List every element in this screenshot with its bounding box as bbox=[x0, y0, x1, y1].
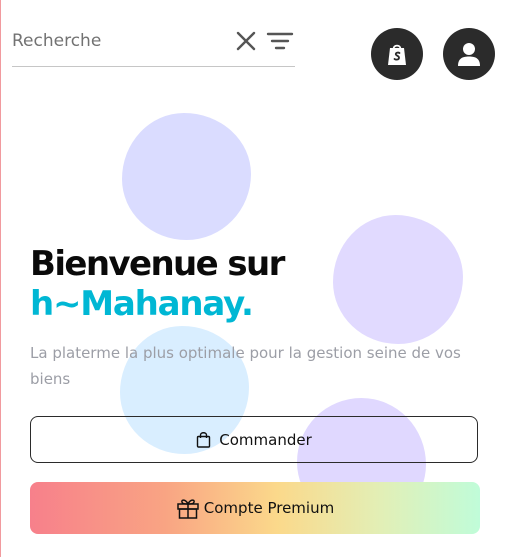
order-button[interactable]: Commander bbox=[30, 416, 478, 463]
user-icon bbox=[456, 41, 482, 67]
brand-name: h~Mahanay. bbox=[30, 284, 254, 324]
order-button-label: Commander bbox=[219, 430, 312, 449]
shopify-bag-icon bbox=[385, 41, 409, 67]
filter-icon[interactable] bbox=[266, 29, 294, 53]
decorative-blob bbox=[122, 113, 251, 240]
welcome-subtitle: La platerme la plus optimale pour la ges… bbox=[30, 344, 461, 388]
shopping-bag-icon bbox=[196, 431, 211, 448]
shop-button[interactable] bbox=[371, 28, 423, 80]
search-bar bbox=[12, 20, 295, 67]
premium-account-button[interactable]: Compte Premium bbox=[30, 482, 480, 534]
gift-icon bbox=[176, 497, 200, 519]
welcome-title: Bienvenue sur bbox=[30, 244, 285, 284]
search-input[interactable] bbox=[12, 28, 222, 54]
premium-button-label: Compte Premium bbox=[203, 499, 335, 517]
account-button[interactable] bbox=[443, 28, 495, 80]
page-edge bbox=[0, 0, 1, 557]
decorative-blob bbox=[333, 215, 463, 344]
close-icon[interactable] bbox=[234, 29, 258, 53]
